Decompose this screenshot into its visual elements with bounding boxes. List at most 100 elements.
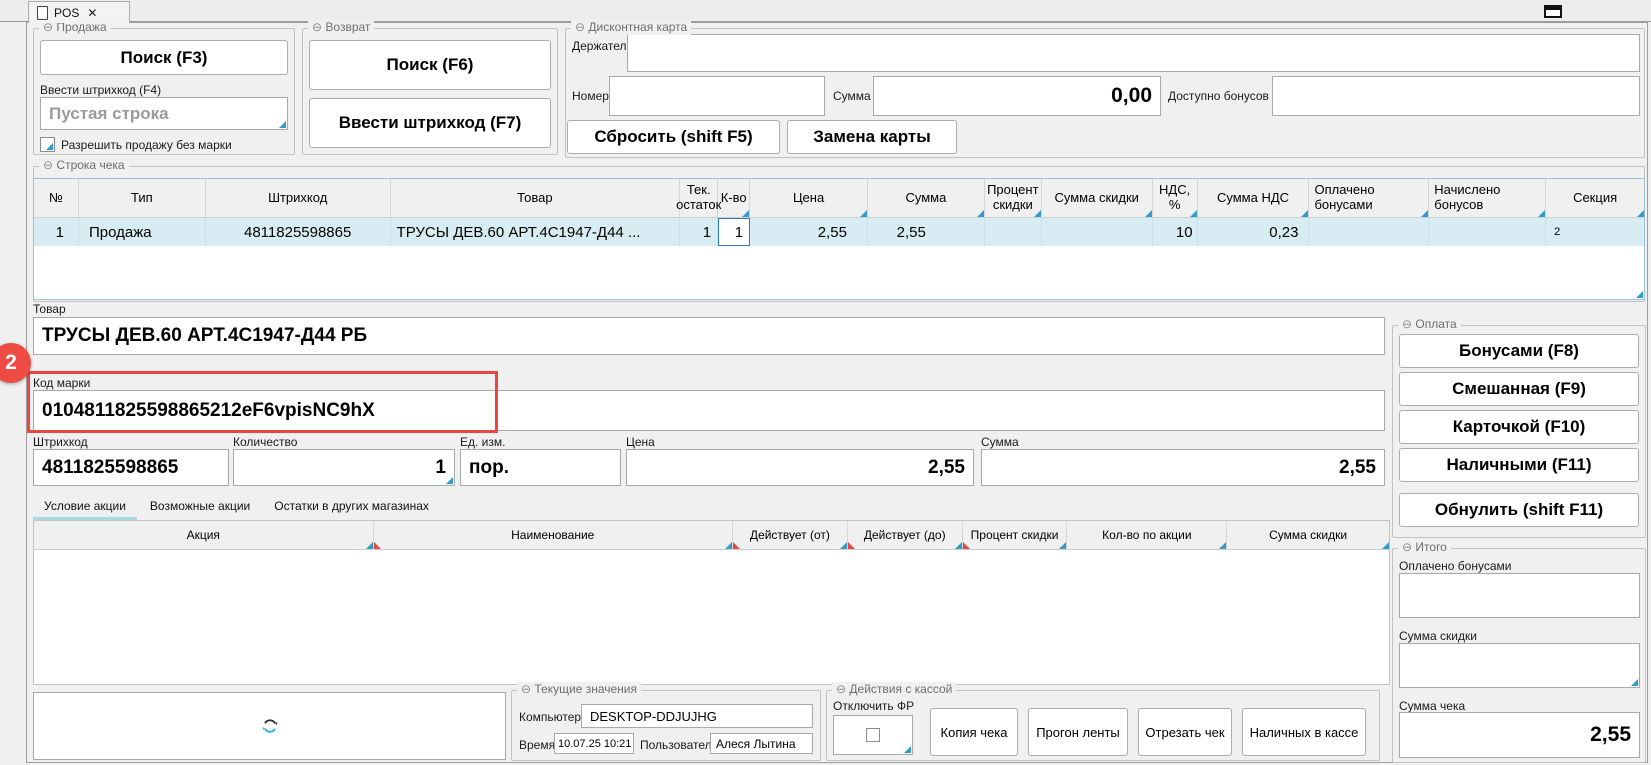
col-vat-pct[interactable]: НДС, % [1153, 179, 1198, 217]
price-field[interactable]: 2,55 [626, 449, 974, 486]
col-discount-pct[interactable]: Процент скидки [985, 179, 1042, 217]
col-vat-sum[interactable]: Сумма НДС [1198, 179, 1310, 217]
refresh-panel [33, 692, 506, 760]
promo-tabs: Условие акции Возможные акции Остатки в … [33, 497, 440, 520]
collapse-icon[interactable]: ⊖ [836, 682, 846, 696]
col-price[interactable]: Цена [750, 179, 868, 217]
barcode-field[interactable]: 4811825598865 [33, 449, 229, 486]
refund-search-button[interactable]: Поиск (F6) [309, 40, 551, 90]
current-values-group-label: Текущие значения [534, 682, 637, 696]
product-label: Товар [33, 303, 66, 316]
col-type[interactable]: Тип [79, 179, 206, 217]
promo-table: Акция Наименование Действует (от) Действ… [33, 520, 1390, 685]
collapse-icon[interactable]: ⊖ [575, 20, 585, 34]
tab-other-stores-stock[interactable]: Остатки в других магазинах [263, 496, 440, 520]
card-replace-button[interactable]: Замена карты [787, 120, 957, 154]
mark-code-input[interactable]: 0104811825598865212eF6vpisNC9hX [33, 390, 1385, 431]
sale-barcode-placeholder: Пустая строка [49, 104, 169, 124]
card-number-input[interactable] [609, 76, 825, 116]
total-paid-bonus-field[interactable] [1399, 573, 1640, 618]
mark-code-label: Код марки [33, 377, 90, 390]
cash-in-drawer-button[interactable]: Наличных в кассе [1242, 708, 1366, 756]
pay-card-button[interactable]: Карточкой (F10) [1399, 410, 1639, 444]
card-sum-input[interactable]: 0,00 [873, 76, 1161, 116]
disable-fr-checkbox[interactable] [866, 728, 880, 742]
price-field-label: Цена [626, 436, 655, 449]
user-field[interactable]: Алеся Лытина [710, 733, 813, 754]
cell-stock: 1 [680, 218, 718, 246]
qty-field[interactable]: 1 [233, 449, 455, 486]
cell-section: 2 [1546, 218, 1644, 246]
tab-possible-promos[interactable]: Возможные акции [139, 496, 261, 520]
total-discount-label: Сумма скидки [1399, 630, 1477, 643]
barcode-field-label: Штрихкод [33, 436, 88, 449]
card-reset-button[interactable]: Сбросить (shift F5) [567, 120, 780, 154]
total-sum-field[interactable]: 2,55 [1399, 712, 1640, 758]
total-discount-field[interactable] [1399, 643, 1640, 688]
col-product[interactable]: Товар [391, 179, 681, 217]
col-promo-discount-sum[interactable]: Сумма скидки [1227, 521, 1389, 549]
col-section[interactable]: Секция [1546, 179, 1644, 217]
cell-qty[interactable]: 1 [718, 218, 750, 246]
collapse-icon[interactable]: ⊖ [312, 20, 322, 34]
col-sum[interactable]: Сумма [868, 179, 985, 217]
discount-card-group-label: Дисконтная карта [588, 20, 687, 34]
col-promo-qty[interactable]: Кол-во по акции [1067, 521, 1227, 549]
tab-promo-conditions[interactable]: Условие акции [33, 496, 137, 520]
allow-no-mark-label: Разрешить продажу без марки [61, 139, 232, 152]
collapse-icon[interactable]: ⊖ [43, 158, 53, 172]
col-stock[interactable]: Тек. остаток [680, 179, 718, 217]
col-num[interactable]: № [34, 179, 79, 217]
refund-group-label: Возврат [325, 20, 370, 34]
col-discount-sum[interactable]: Сумма скидки [1042, 179, 1153, 217]
allow-no-mark-checkbox[interactable] [40, 137, 55, 152]
refund-barcode-button[interactable]: Ввести штрихкод (F7) [309, 98, 551, 148]
collapse-icon[interactable]: ⊖ [521, 682, 531, 696]
sale-barcode-input[interactable]: Пустая строка [40, 97, 288, 130]
time-field[interactable]: 10.07.25 10:21 [554, 733, 634, 754]
sale-search-button[interactable]: Поиск (F3) [40, 40, 288, 75]
computer-field[interactable]: DESKTOP-DDJUJHG [581, 704, 813, 728]
pay-mixed-button[interactable]: Смешанная (F9) [1399, 372, 1639, 406]
tab-pos[interactable]: POS ✕ [28, 1, 130, 23]
close-icon[interactable]: ✕ [87, 6, 97, 20]
total-group-label: Итого [1415, 540, 1446, 554]
tape-run-button[interactable]: Прогон ленты [1028, 708, 1128, 756]
receipt-copy-button[interactable]: Копия чека [930, 708, 1018, 756]
card-bonus-input[interactable] [1272, 76, 1640, 116]
qty-field-label: Количество [233, 436, 297, 449]
receipt-table-header: № Тип Штрихкод Товар Тек. остаток К-во Ц… [34, 179, 1644, 218]
pay-cash-button[interactable]: Наличными (F11) [1399, 448, 1639, 482]
collapse-icon[interactable]: ⊖ [1402, 317, 1412, 331]
col-valid-from[interactable]: Действует (от) [733, 521, 848, 549]
computer-label: Компьютер [519, 711, 581, 724]
disable-fr-label: Отключить ФР [833, 700, 914, 713]
card-bonus-label: Доступно бонусов [1168, 90, 1269, 103]
time-label: Время [519, 739, 555, 752]
col-barcode[interactable]: Штрихкод [206, 179, 391, 217]
user-label: Пользователь [640, 739, 718, 752]
cell-type: Продажа [79, 218, 206, 246]
col-paid-bonuses[interactable]: Оплачено бонусами [1309, 179, 1429, 217]
cell-vat-pct: 10 [1153, 218, 1198, 246]
card-holder-input[interactable] [627, 34, 1640, 72]
pay-bonuses-button[interactable]: Бонусами (F8) [1399, 334, 1639, 368]
card-sum-label: Сумма [833, 90, 871, 103]
col-qty[interactable]: К-во [718, 179, 750, 217]
unit-field[interactable]: пор. [460, 449, 621, 486]
product-input[interactable]: ТРУСЫ ДЕВ.60 АРТ.4С1947-Д44 РБ [33, 317, 1385, 355]
cell-product: ТРУСЫ ДЕВ.60 АРТ.4С1947-Д44 ... [391, 218, 681, 246]
col-promo[interactable]: Акция [34, 521, 374, 549]
col-promo-discount-pct[interactable]: Процент скидки [963, 521, 1068, 549]
collapse-icon[interactable]: ⊖ [1402, 540, 1412, 554]
cut-receipt-button[interactable]: Отрезать чек [1138, 708, 1232, 756]
sum-field[interactable]: 2,55 [981, 449, 1385, 486]
receipt-row[interactable]: 1 Продажа 4811825598865 ТРУСЫ ДЕВ.60 АРТ… [34, 218, 1644, 246]
refresh-icon[interactable] [259, 715, 281, 737]
restore-window-icon[interactable] [1544, 5, 1562, 18]
col-valid-to[interactable]: Действует (до) [848, 521, 963, 549]
receipt-lines-group-label: Строка чека [56, 158, 124, 172]
col-promo-name[interactable]: Наименование [374, 521, 733, 549]
reset-receipt-button[interactable]: Обнулить (shift F11) [1399, 493, 1639, 527]
col-accrued-bonuses[interactable]: Начислено бонусов [1429, 179, 1546, 217]
